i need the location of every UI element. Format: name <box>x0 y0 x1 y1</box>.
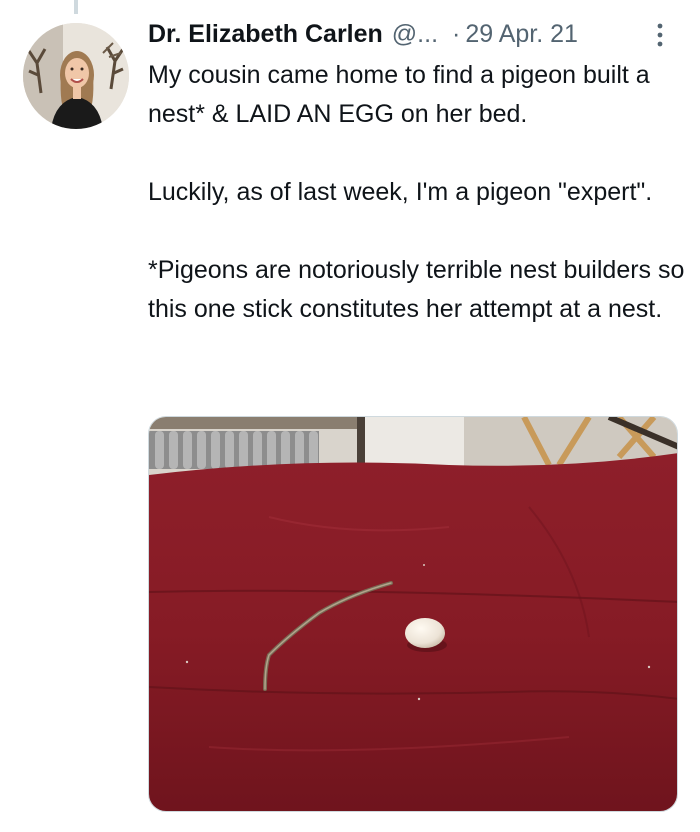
thread-connector-line <box>74 0 78 14</box>
avatar-photo <box>23 23 129 129</box>
tweet-paragraph: *Pigeons are notoriously terrible nest b… <box>148 256 685 323</box>
tweet-text: My cousin came home to find a pigeon bui… <box>148 56 688 329</box>
tweet-paragraph: Luckily, as of last week, I'm a pigeon "… <box>148 178 653 206</box>
avatar[interactable] <box>23 23 129 129</box>
tweet-date[interactable]: 29 Apr. 21 <box>465 20 578 49</box>
photo-egg-on-bed <box>149 417 677 811</box>
more-vertical-icon[interactable] <box>655 22 665 48</box>
tweet-header: Dr. Elizabeth Carlen @... · 29 Apr. 21 <box>148 14 678 54</box>
author-handle[interactable]: @... <box>392 20 438 49</box>
tweet-media-photo[interactable] <box>148 416 678 812</box>
tweet-paragraph: My cousin came home to find a pigeon bui… <box>148 61 650 128</box>
author-display-name[interactable]: Dr. Elizabeth Carlen <box>148 20 383 49</box>
separator-dot: · <box>452 19 461 48</box>
